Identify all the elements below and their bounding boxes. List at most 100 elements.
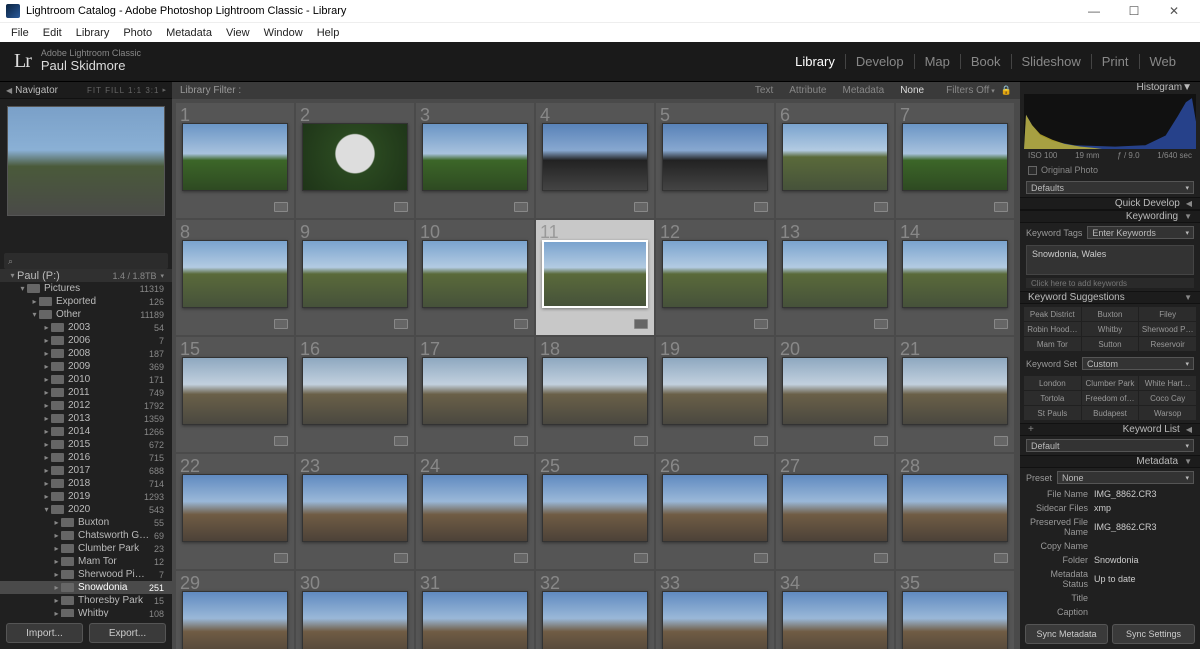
folder-2010[interactable]: ▸2010171 (0, 373, 172, 386)
keywordset-item[interactable]: White Hart… (1139, 376, 1196, 390)
grid-cell-13[interactable]: 13 (776, 220, 894, 335)
original-photo-toggle[interactable]: Original Photo (1020, 162, 1200, 178)
menu-window[interactable]: Window (257, 27, 310, 39)
folder-2017[interactable]: ▸2017688 (0, 464, 172, 477)
folder-2009[interactable]: ▸2009369 (0, 360, 172, 373)
import-button[interactable]: Import... (6, 623, 83, 643)
metadata-header[interactable]: Metadata▼ (1020, 455, 1200, 468)
grid-cell-34[interactable]: 34 (776, 571, 894, 649)
folder-2015[interactable]: ▸2015672 (0, 438, 172, 451)
suggestion-item[interactable]: Mam Tor (1024, 337, 1081, 351)
grid-cell-31[interactable]: 31 (416, 571, 534, 649)
grid-cell-17[interactable]: 17 (416, 337, 534, 452)
sync-metadata-button[interactable]: Sync Metadata (1025, 624, 1108, 644)
suggestion-item[interactable]: Whitby (1082, 322, 1139, 336)
folder-2016[interactable]: ▸2016715 (0, 451, 172, 464)
folder-exported[interactable]: ▸Exported126 (0, 295, 172, 308)
grid-cell-35[interactable]: 35 (896, 571, 1014, 649)
grid-cell-14[interactable]: 14 (896, 220, 1014, 335)
grid-cell-24[interactable]: 24 (416, 454, 534, 569)
folder-filter-input[interactable]: ⌕ (4, 253, 168, 269)
navigator-header[interactable]: ◀ Navigator FIT FILL 1:1 3:1 ▸ (0, 82, 172, 99)
folder-sherwood-pi-[interactable]: ▸Sherwood Pi…7 (0, 568, 172, 581)
close-button[interactable]: ✕ (1154, 4, 1194, 18)
keywordset-item[interactable]: Tortola (1024, 391, 1081, 405)
folder-2008[interactable]: ▸2008187 (0, 347, 172, 360)
grid-cell-16[interactable]: 16 (296, 337, 414, 452)
filter-tab-metadata[interactable]: Metadata (835, 85, 893, 96)
meta-copy-name[interactable]: Copy Name (1020, 539, 1200, 553)
suggestion-item[interactable]: Peak District (1024, 307, 1081, 321)
meta-preserved-file-name[interactable]: Preserved File NameIMG_8862.CR3 (1020, 515, 1200, 539)
export-button[interactable]: Export... (89, 623, 166, 643)
grid-cell-26[interactable]: 26 (656, 454, 774, 569)
filter-tab-attribute[interactable]: Attribute (781, 85, 834, 96)
keywordset-item[interactable]: London (1024, 376, 1081, 390)
grid-cell-10[interactable]: 10 (416, 220, 534, 335)
menu-metadata[interactable]: Metadata (159, 27, 219, 39)
suggestion-item[interactable]: Sutton (1082, 337, 1139, 351)
folder-buxton[interactable]: ▸Buxton55 (0, 516, 172, 529)
grid-cell-28[interactable]: 28 (896, 454, 1014, 569)
meta-caption[interactable]: Caption (1020, 605, 1200, 619)
keywordset-item[interactable]: Freedom of… (1082, 391, 1139, 405)
grid-cell-30[interactable]: 30 (296, 571, 414, 649)
module-slideshow[interactable]: Slideshow (1012, 54, 1092, 69)
module-library[interactable]: Library (785, 54, 846, 69)
folder-2013[interactable]: ▸20131359 (0, 412, 172, 425)
grid-cell-4[interactable]: 4 (536, 103, 654, 218)
suggestion-item[interactable]: Reservoir (1139, 337, 1196, 351)
suggestion-item[interactable]: Buxton (1082, 307, 1139, 321)
meta-sidecar-files[interactable]: Sidecar Filesxmp (1020, 501, 1200, 515)
defaults-dropdown[interactable]: Defaults▾ (1026, 181, 1194, 194)
suggestions-header[interactable]: Keyword Suggestions▼ (1020, 291, 1200, 304)
meta-file-name[interactable]: File NameIMG_8862.CR3 (1020, 487, 1200, 501)
filter-tab-text[interactable]: Text (747, 85, 781, 96)
filters-status[interactable]: Filters Off (946, 85, 989, 96)
filter-preset-chevron[interactable]: ▾ (991, 87, 995, 95)
module-web[interactable]: Web (1140, 54, 1187, 69)
menu-edit[interactable]: Edit (36, 27, 69, 39)
filter-tab-none[interactable]: None (892, 85, 932, 96)
keywords-field[interactable]: Snowdonia, Wales (1026, 245, 1194, 275)
grid-cell-5[interactable]: 5 (656, 103, 774, 218)
meta-metadata-status[interactable]: Metadata StatusUp to date (1020, 567, 1200, 591)
folder-thoresby-park[interactable]: ▸Thoresby Park15 (0, 594, 172, 607)
meta-title[interactable]: Title (1020, 591, 1200, 605)
folder-snowdonia[interactable]: ▸Snowdonia251 (0, 581, 172, 594)
grid-cell-7[interactable]: 7 (896, 103, 1014, 218)
keyword-list-header[interactable]: +Keyword List◀ (1020, 423, 1200, 436)
folder-2019[interactable]: ▸20191293 (0, 490, 172, 503)
grid-cell-2[interactable]: 2 (296, 103, 414, 218)
grid-cell-18[interactable]: 18 (536, 337, 654, 452)
meta-folder[interactable]: FolderSnowdonia (1020, 553, 1200, 567)
folder-2006[interactable]: ▸20067 (0, 334, 172, 347)
folder-2014[interactable]: ▸20141266 (0, 425, 172, 438)
grid-cell-33[interactable]: 33 (656, 571, 774, 649)
navigator-preview[interactable] (7, 106, 165, 216)
quick-develop-header[interactable]: Quick Develop◀ (1020, 197, 1200, 210)
folder-2020[interactable]: ▾2020543 (0, 503, 172, 516)
maximize-button[interactable]: ☐ (1114, 4, 1154, 18)
histogram[interactable] (1024, 94, 1196, 149)
menu-view[interactable]: View (219, 27, 257, 39)
keyword-set-dropdown[interactable]: Custom▾ (1082, 357, 1194, 370)
suggestion-item[interactable]: Filey (1139, 307, 1196, 321)
folder-2011[interactable]: ▸2011749 (0, 386, 172, 399)
keywordset-item[interactable]: Warsop (1139, 406, 1196, 420)
module-develop[interactable]: Develop (846, 54, 915, 69)
folder-whitby[interactable]: ▸Whitby108 (0, 607, 172, 617)
minimize-button[interactable]: — (1074, 4, 1114, 18)
histogram-header[interactable]: Histogram▼ (1020, 82, 1200, 94)
grid-cell-3[interactable]: 3 (416, 103, 534, 218)
grid-cell-27[interactable]: 27 (776, 454, 894, 569)
folder-2018[interactable]: ▸2018714 (0, 477, 172, 490)
lock-icon[interactable]: 🔒 (1001, 85, 1012, 96)
folder-pictures[interactable]: ▾Pictures11319 (0, 282, 172, 295)
grid-cell-32[interactable]: 32 (536, 571, 654, 649)
keywordset-item[interactable]: Coco Cay (1139, 391, 1196, 405)
suggestion-item[interactable]: Robin Hood… (1024, 322, 1081, 336)
folder-other[interactable]: ▾Other11189 (0, 308, 172, 321)
grid-cell-11[interactable]: 11 (536, 220, 654, 335)
grid-cell-19[interactable]: 19 (656, 337, 774, 452)
